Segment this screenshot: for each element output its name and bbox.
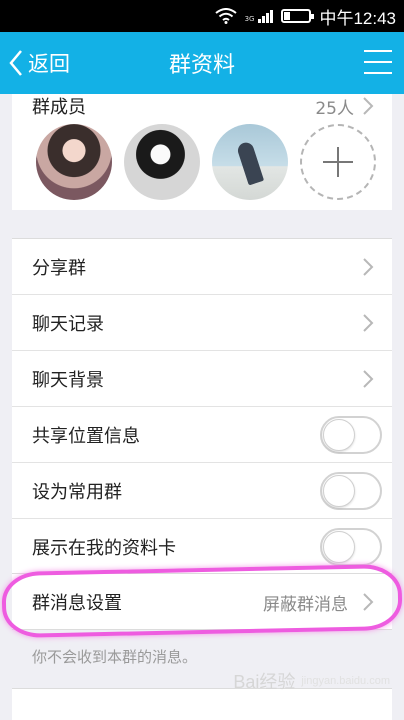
back-label: 返回 bbox=[28, 52, 70, 76]
show-on-profile-row: 展示在我的资料卡 bbox=[12, 519, 392, 575]
wifi-icon bbox=[214, 8, 237, 24]
member-avatars bbox=[36, 124, 376, 200]
chat-background-row[interactable]: 聊天背景 bbox=[12, 351, 392, 407]
row-label: 分享群 bbox=[32, 257, 86, 279]
chevron-right-icon bbox=[363, 369, 374, 388]
frequent-group-row: 设为常用群 bbox=[12, 463, 392, 519]
row-label: 设为常用群 bbox=[32, 481, 122, 503]
watermark: Bai经验 jingyan.baidu.com bbox=[233, 668, 390, 694]
chevron-left-icon bbox=[9, 50, 22, 76]
chevron-right-icon bbox=[363, 593, 374, 611]
share-group-row[interactable]: 分享群 bbox=[12, 239, 392, 295]
message-settings-card: 群消息设置 屏蔽群消息 bbox=[12, 574, 392, 630]
avatar[interactable] bbox=[124, 124, 200, 200]
show-on-profile-toggle[interactable] bbox=[320, 528, 382, 566]
avatar[interactable] bbox=[36, 124, 112, 200]
row-label: 共享位置信息 bbox=[32, 425, 140, 447]
avatar[interactable] bbox=[212, 124, 288, 200]
status-bar: 3G 中午12:43 bbox=[0, 0, 404, 32]
members-count: 25人 bbox=[315, 94, 374, 119]
row-label: 聊天背景 bbox=[32, 369, 104, 391]
message-settings-row[interactable]: 群消息设置 屏蔽群消息 bbox=[12, 574, 392, 630]
row-label: 聊天记录 bbox=[32, 313, 104, 335]
status-time: 中午12:43 bbox=[319, 8, 396, 28]
network-type: 3G bbox=[244, 14, 255, 23]
message-settings-value: 屏蔽群消息 bbox=[263, 594, 348, 615]
row-label: 展示在我的资料卡 bbox=[32, 538, 176, 559]
row-label: 群消息设置 bbox=[32, 593, 122, 614]
members-header[interactable]: 群成员 25人 bbox=[32, 94, 374, 119]
signal-icon: 3G bbox=[244, 9, 274, 23]
share-location-toggle[interactable] bbox=[320, 415, 382, 454]
settings-list: 分享群 聊天记录 聊天背景 共享位置信息 设为常用群 展示在我的资料卡 bbox=[12, 238, 392, 574]
share-location-row: 共享位置信息 bbox=[12, 407, 392, 463]
group-members-card[interactable]: 群成员 25人 bbox=[12, 94, 392, 210]
add-member-button[interactable] bbox=[300, 124, 376, 200]
chevron-right-icon bbox=[363, 257, 374, 276]
chevron-right-icon bbox=[363, 313, 374, 332]
nav-bar: 返回 群资料 bbox=[0, 32, 404, 94]
members-title: 群成员 bbox=[32, 97, 86, 118]
chevron-right-icon bbox=[363, 97, 374, 115]
frequent-group-toggle[interactable] bbox=[320, 471, 382, 510]
menu-icon[interactable] bbox=[364, 48, 392, 76]
watermark-text: Bai经验 bbox=[233, 672, 296, 692]
chat-history-row[interactable]: 聊天记录 bbox=[12, 295, 392, 351]
back-button[interactable]: 返回 bbox=[8, 32, 70, 94]
message-settings-note: 你不会收到本群的消息。 bbox=[32, 648, 198, 666]
watermark-sub: jingyan.baidu.com bbox=[301, 675, 390, 687]
battery-icon bbox=[281, 9, 315, 23]
